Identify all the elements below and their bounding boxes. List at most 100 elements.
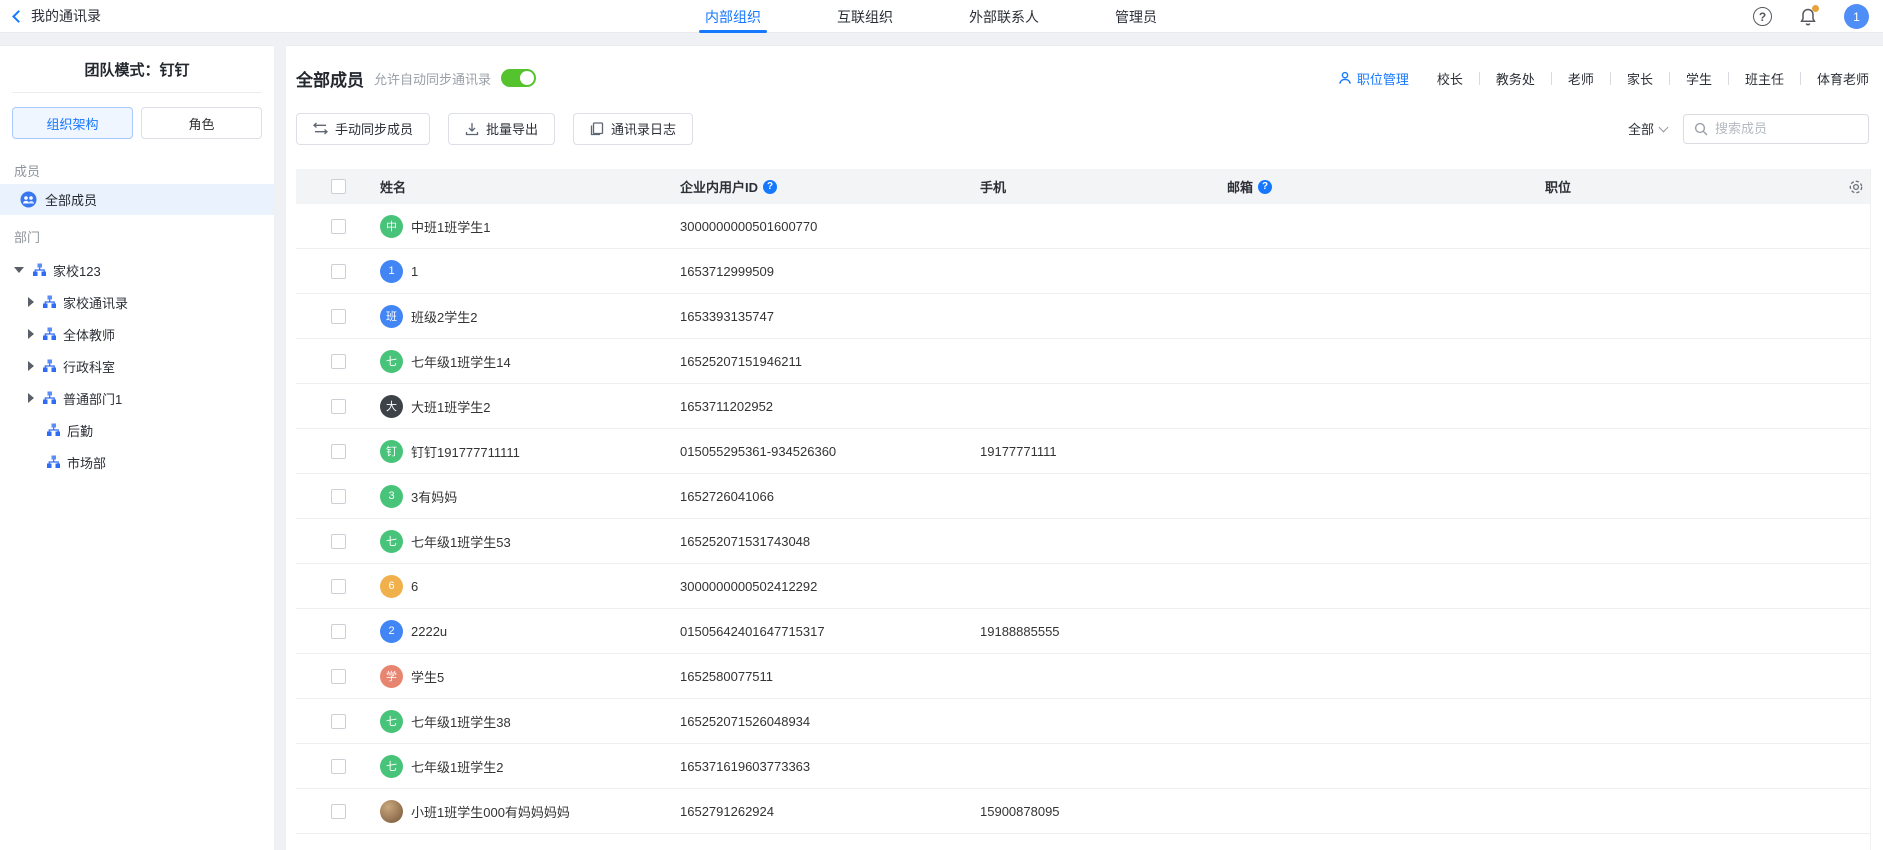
- role-link-校长[interactable]: 校长: [1437, 69, 1463, 88]
- org-structure-button[interactable]: 组织架构: [12, 107, 133, 139]
- role-button[interactable]: 角色: [141, 107, 262, 139]
- collapse-arrow-icon[interactable]: [28, 297, 34, 307]
- table-body: 中中班1班学生130000000005016007701116537129995…: [296, 204, 1870, 834]
- table-row[interactable]: 小班1班学生000有妈妈妈妈165279126292415900878095: [296, 789, 1870, 834]
- member-name: 大班1班学生2: [411, 397, 490, 416]
- row-checkbox[interactable]: [331, 669, 346, 684]
- toggle-knob: [520, 71, 534, 85]
- main-header: 全部成员 允许自动同步通讯录 职位管理 校长教务处老师家长学生班主任体育老师: [296, 60, 1869, 96]
- notification-badge: [1812, 5, 1819, 12]
- row-checkbox[interactable]: [331, 489, 346, 504]
- member-section-label: 成员: [0, 149, 274, 184]
- row-checkbox[interactable]: [331, 714, 346, 729]
- row-checkbox[interactable]: [331, 309, 346, 324]
- table-row[interactable]: 七七年级1班学生38165252071526048934: [296, 699, 1870, 744]
- batch-export-label: 批量导出: [486, 119, 538, 138]
- org-department-icon: [46, 455, 61, 469]
- tab-内部组织[interactable]: 内部组织: [705, 0, 761, 33]
- member-name: 2222u: [411, 624, 447, 639]
- help-icon[interactable]: ?: [1753, 7, 1772, 26]
- member-name: 钉钉191777711111: [411, 442, 520, 461]
- email-help-icon[interactable]: ?: [1258, 180, 1272, 194]
- member-name: 3有妈妈: [411, 487, 457, 506]
- member-avatar: 2: [380, 620, 403, 643]
- select-all-checkbox[interactable]: [331, 179, 346, 194]
- member-name: 学生5: [411, 667, 444, 686]
- sidebar-view-switch: 组织架构 角色: [0, 93, 274, 149]
- table-row[interactable]: 班班级2学生21653393135747: [296, 294, 1870, 339]
- tab-管理员[interactable]: 管理员: [1115, 0, 1157, 33]
- sidebar-item-all-members[interactable]: 全部成员: [0, 184, 274, 215]
- table-row[interactable]: 663000000000502412292: [296, 564, 1870, 609]
- tree-item-市场部[interactable]: 市场部: [0, 446, 274, 478]
- member-avatar: 大: [380, 395, 403, 418]
- download-icon: [465, 122, 479, 136]
- filter-dropdown[interactable]: 全部: [1628, 119, 1667, 138]
- table-row[interactable]: 七七年级1班学生53165252071531743048: [296, 519, 1870, 564]
- collapse-arrow-icon[interactable]: [28, 329, 34, 339]
- row-checkbox[interactable]: [331, 444, 346, 459]
- member-name: 七年级1班学生38: [411, 712, 511, 731]
- row-checkbox[interactable]: [331, 534, 346, 549]
- role-link-学生[interactable]: 学生: [1686, 69, 1712, 88]
- role-link-家长[interactable]: 家长: [1627, 69, 1653, 88]
- row-checkbox[interactable]: [331, 354, 346, 369]
- table-row[interactable]: 七七年级1班学生2165371619603773363: [296, 744, 1870, 789]
- row-checkbox[interactable]: [331, 624, 346, 639]
- batch-export-button[interactable]: 批量导出: [448, 113, 555, 145]
- search-box[interactable]: [1683, 114, 1869, 144]
- contact-log-button[interactable]: 通讯录日志: [573, 113, 693, 145]
- user-avatar[interactable]: 1: [1844, 4, 1869, 29]
- row-checkbox[interactable]: [331, 804, 346, 819]
- role-link-班主任[interactable]: 班主任: [1745, 69, 1784, 88]
- member-name: 班级2学生2: [411, 307, 477, 326]
- collapse-arrow-icon[interactable]: [28, 361, 34, 371]
- manual-sync-button[interactable]: 手动同步成员: [296, 113, 430, 145]
- auto-sync-toggle[interactable]: [501, 69, 536, 87]
- role-link-体育老师[interactable]: 体育老师: [1817, 69, 1869, 88]
- table-row[interactable]: 111653712999509: [296, 249, 1870, 294]
- expand-arrow-icon[interactable]: [14, 267, 24, 273]
- notification-bell-icon[interactable]: [1798, 7, 1818, 27]
- table-row[interactable]: 学学生51652580077511: [296, 654, 1870, 699]
- row-checkbox[interactable]: [331, 579, 346, 594]
- row-checkbox[interactable]: [331, 759, 346, 774]
- role-link-老师[interactable]: 老师: [1568, 69, 1594, 88]
- table-row[interactable]: 大大班1班学生21653711202952: [296, 384, 1870, 429]
- table-row[interactable]: 中中班1班学生13000000000501600770: [296, 204, 1870, 249]
- role-separator: [1669, 72, 1670, 85]
- tree-item-全体教师[interactable]: 全体教师: [0, 318, 274, 350]
- member-photo-avatar: [380, 800, 403, 823]
- member-id: 3000000000502412292: [680, 579, 980, 594]
- main-panel: 全部成员 允许自动同步通讯录 职位管理 校长教务处老师家长学生班主任体育老师 手…: [286, 45, 1883, 850]
- tab-互联组织[interactable]: 互联组织: [837, 0, 893, 33]
- row-checkbox[interactable]: [331, 219, 346, 234]
- role-link-教务处[interactable]: 教务处: [1496, 69, 1535, 88]
- member-phone: 15900878095: [980, 804, 1227, 819]
- tab-外部联系人[interactable]: 外部联系人: [969, 0, 1039, 33]
- chevron-down-icon: [1659, 122, 1669, 132]
- member-phone: 19188885555: [980, 624, 1227, 639]
- table-row[interactable]: 22222u0150564240164771531719188885555: [296, 609, 1870, 654]
- member-id: 015055295361-934526360: [680, 444, 980, 459]
- column-settings-gear-icon[interactable]: [1848, 179, 1864, 195]
- table-row[interactable]: 钉钉钉191777711111015055295361-934526360191…: [296, 429, 1870, 474]
- position-manage-link[interactable]: 职位管理: [1338, 69, 1409, 88]
- member-avatar: 3: [380, 485, 403, 508]
- tree-item-家校通讯录[interactable]: 家校通讯录: [0, 286, 274, 318]
- back-button[interactable]: 我的通讯录: [14, 0, 101, 32]
- tree-item-家校123[interactable]: 家校123: [0, 254, 274, 286]
- table-row[interactable]: 33有妈妈1652726041066: [296, 474, 1870, 519]
- col-id: 企业内用户ID?: [680, 177, 980, 196]
- tree-item-行政科室[interactable]: 行政科室: [0, 350, 274, 382]
- tree-item-后勤[interactable]: 后勤: [0, 414, 274, 446]
- member-id: 165371619603773363: [680, 759, 980, 774]
- tree-item-普通部门1[interactable]: 普通部门1: [0, 382, 274, 414]
- row-checkbox[interactable]: [331, 399, 346, 414]
- row-checkbox[interactable]: [331, 264, 346, 279]
- search-input[interactable]: [1715, 121, 1845, 136]
- position-manage-label: 职位管理: [1357, 69, 1409, 88]
- table-row[interactable]: 七七年级1班学生1416525207151946211: [296, 339, 1870, 384]
- collapse-arrow-icon[interactable]: [28, 393, 34, 403]
- id-help-icon[interactable]: ?: [763, 180, 777, 194]
